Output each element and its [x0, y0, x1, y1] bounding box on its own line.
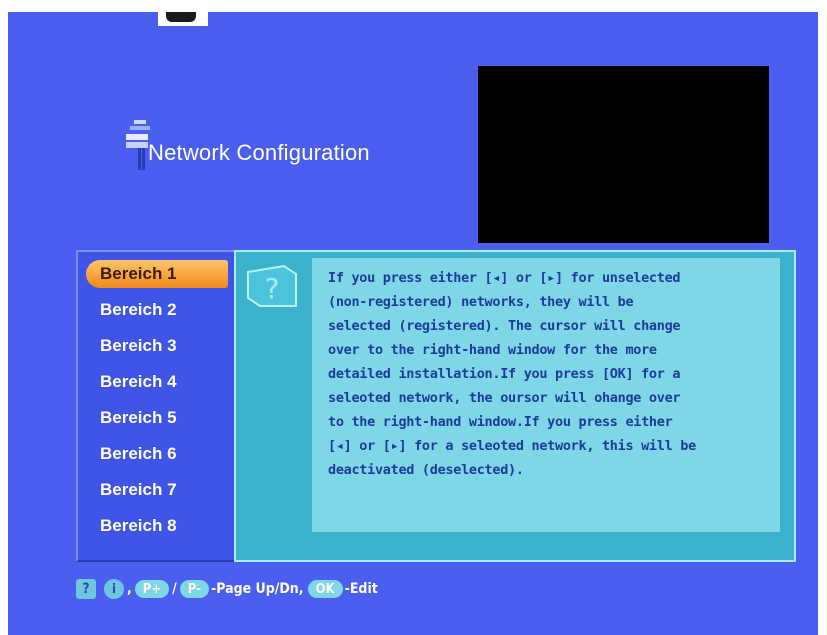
- svg-text:?: ?: [265, 272, 280, 305]
- help-question-icon: ?: [247, 264, 297, 307]
- help-text: If you press either [◂] or [▸] for unsel…: [328, 270, 696, 478]
- list-item-bereich-4[interactable]: Bereich 4: [86, 368, 228, 396]
- page-up-key[interactable]: P+: [134, 580, 170, 598]
- list-item-bereich-1[interactable]: Bereich 1: [86, 260, 228, 288]
- list-item-bereich-2[interactable]: Bereich 2: [86, 296, 228, 324]
- info-key-icon[interactable]: i: [104, 579, 124, 599]
- list-item-bereich-7[interactable]: Bereich 7: [86, 476, 228, 504]
- list-item-bereich-8[interactable]: Bereich 8: [86, 512, 228, 540]
- tv-screen: Network Configuration Bereich 1 Bereich …: [8, 12, 818, 635]
- list-item-bereich-6[interactable]: Bereich 6: [86, 440, 228, 468]
- comma-separator: ,: [127, 581, 132, 597]
- list-item-bereich-5[interactable]: Bereich 5: [86, 404, 228, 432]
- slash-separator: /: [172, 581, 177, 597]
- page-title: Network Configuration: [148, 140, 370, 165]
- top-edge-graphic: [158, 12, 208, 26]
- help-key-icon[interactable]: ?: [76, 579, 96, 599]
- footer-key-legend: ? i , P+ / P- -Page Up/Dn, OK -Edit: [76, 578, 382, 600]
- help-dialog: ? If you press either [◂] or [▸] for uns…: [234, 250, 796, 562]
- page-down-key[interactable]: P-: [179, 580, 209, 598]
- video-preview: [478, 66, 769, 243]
- page-up-down-label: -Page Up/Dn,: [210, 581, 304, 597]
- ok-key[interactable]: OK: [307, 580, 343, 598]
- edit-label: -Edit: [344, 581, 378, 597]
- list-item-bereich-3[interactable]: Bereich 3: [86, 332, 228, 360]
